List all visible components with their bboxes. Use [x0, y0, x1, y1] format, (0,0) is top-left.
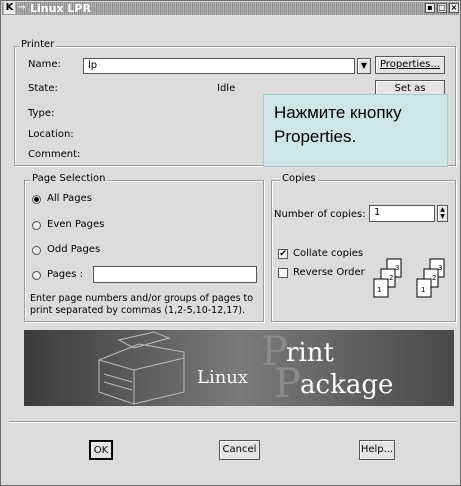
location-label: Location:	[28, 129, 74, 140]
copies-group-label: Copies	[280, 173, 318, 185]
collate-label: Collate copies	[293, 248, 364, 259]
reverse-order-label: Reverse Order	[293, 267, 365, 278]
title-bar[interactable]: K ⇒ Linux LPR ▪ □ ×	[2, 2, 459, 15]
svg-text:1: 1	[377, 286, 381, 294]
pin-icon[interactable]: ⇒	[18, 2, 26, 14]
svg-text:3: 3	[438, 264, 442, 272]
close-button[interactable]: ×	[449, 3, 459, 13]
printer-name-field[interactable]: lp	[83, 58, 355, 74]
banner-package-initial: P	[274, 361, 301, 407]
state-label: State:	[28, 83, 58, 94]
properties-button[interactable]: Properties...	[375, 56, 445, 74]
cancel-button[interactable]: Cancel	[219, 440, 260, 460]
window-title: Linux LPR	[30, 2, 91, 15]
collate-preview-icon: 3 2 1 3 2 1	[373, 258, 445, 298]
copies-stepper[interactable]: ▲ ▼	[437, 205, 448, 222]
name-label: Name:	[28, 59, 61, 70]
pages-hint-line-1: Enter page numbers and/or groups of page…	[30, 293, 254, 304]
callout-tooltip: Нажмите кнопку Properties.	[263, 94, 448, 167]
separator	[9, 421, 457, 423]
chevron-down-icon: ▼	[360, 61, 368, 70]
all-pages-radio[interactable]	[32, 195, 41, 204]
tooltip-line-2: Properties.	[274, 127, 357, 146]
reverse-order-checkbox[interactable]	[278, 268, 288, 278]
banner-package-text: ackage	[300, 370, 394, 400]
help-button[interactable]: Help...	[359, 440, 395, 460]
pages-input[interactable]	[93, 266, 257, 283]
svg-text:1: 1	[421, 286, 425, 294]
svg-text:3: 3	[395, 264, 399, 272]
svg-text:2: 2	[432, 274, 436, 282]
type-label: Type:	[28, 108, 55, 119]
printer-dropdown-button[interactable]: ▼	[357, 58, 371, 74]
state-value: Idle	[217, 83, 236, 94]
copies-spinbox[interactable]: 1	[369, 205, 435, 222]
ok-button[interactable]: OK	[89, 440, 113, 460]
odd-pages-label: Odd Pages	[47, 244, 101, 255]
stepper-up-icon[interactable]: ▲	[438, 206, 447, 213]
banner-linux-text: Linux	[197, 367, 249, 388]
minimize-button[interactable]: ▪	[425, 3, 435, 13]
linux-lpr-window: K ⇒ Linux LPR ▪ □ × Printer Name: lp ▼ P…	[0, 0, 461, 486]
collate-checkbox[interactable]: ✔	[278, 249, 288, 259]
even-pages-label: Even Pages	[47, 219, 105, 230]
page-selection-label: Page Selection	[30, 173, 108, 185]
all-pages-label: All Pages	[47, 193, 92, 204]
number-of-copies-label: Number of copies:	[274, 209, 366, 220]
app-icon[interactable]: K	[4, 2, 15, 14]
pages-radio[interactable]	[32, 271, 41, 280]
odd-pages-radio[interactable]	[32, 246, 41, 255]
tooltip-line-1: Нажмите кнопку	[274, 103, 402, 122]
pages-label: Pages :	[47, 269, 83, 280]
maximize-button[interactable]: □	[437, 3, 447, 13]
linux-print-package-banner: Linux P rint P ackage	[24, 330, 454, 406]
pages-hint-line-2: print separated by commas (1,2-5,10-12,1…	[30, 305, 246, 316]
printer-group-label: Printer	[19, 39, 57, 51]
even-pages-radio[interactable]	[32, 221, 41, 230]
stepper-down-icon[interactable]: ▼	[438, 213, 447, 220]
svg-text:2: 2	[389, 274, 393, 282]
comment-label: Comment:	[28, 149, 81, 160]
